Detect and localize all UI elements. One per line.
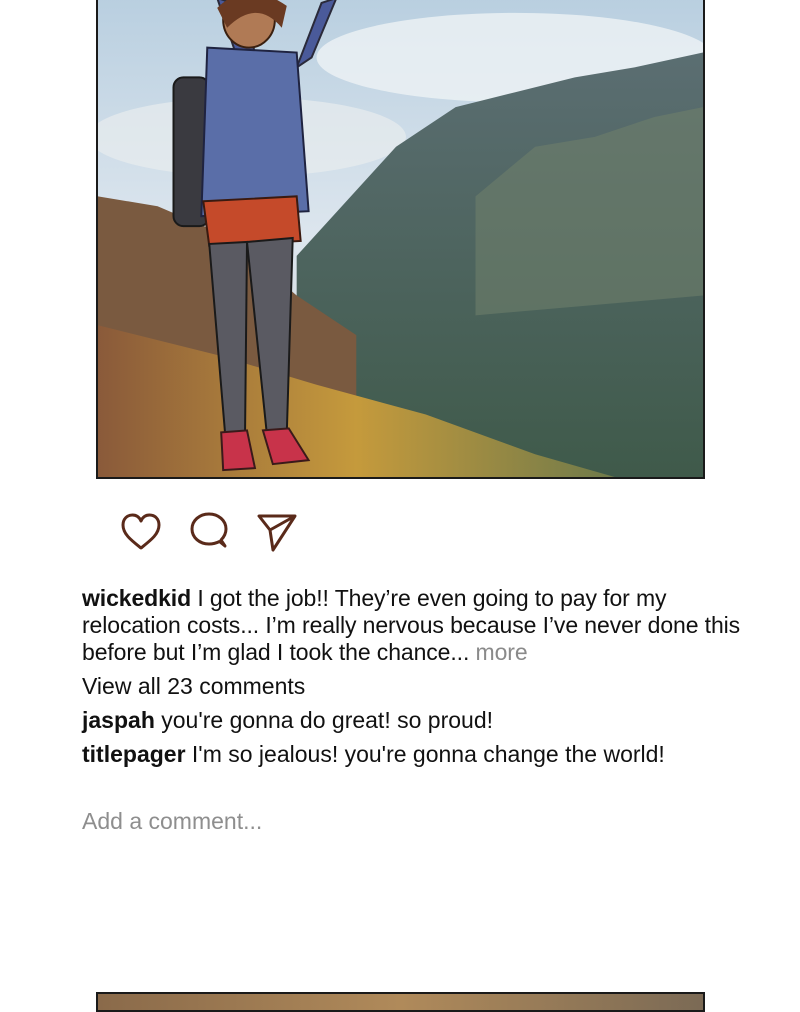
share-button[interactable] xyxy=(254,508,300,556)
comment-username[interactable]: titlepager xyxy=(82,741,186,767)
more-link[interactable]: more xyxy=(469,639,528,665)
speech-bubble-icon xyxy=(190,512,228,548)
heart-outline-icon xyxy=(121,513,161,550)
post-caption: wickedkid I got the job!! They’re even g… xyxy=(82,585,742,666)
paper-plane-icon xyxy=(257,514,297,552)
comment-text: I'm so jealous! you're gonna change the … xyxy=(185,741,665,767)
comment-username[interactable]: jaspah xyxy=(82,707,155,733)
comment-text: you're gonna do great! so proud! xyxy=(154,707,494,733)
like-button[interactable] xyxy=(118,508,164,556)
author-username[interactable]: wickedkid xyxy=(82,585,191,611)
hiker-illustration xyxy=(98,0,703,477)
post-actions xyxy=(118,508,300,556)
next-post-image[interactable] xyxy=(96,992,705,1012)
comment-item: jaspah you're gonna do great! so proud! xyxy=(82,707,493,734)
comment-item: titlepager I'm so jealous! you're gonna … xyxy=(82,741,665,768)
view-all-comments-link[interactable]: View all 23 comments xyxy=(82,673,305,700)
comment-button[interactable] xyxy=(186,508,232,556)
add-comment-input[interactable]: Add a comment... xyxy=(82,808,582,835)
post-image[interactable] xyxy=(96,0,705,479)
